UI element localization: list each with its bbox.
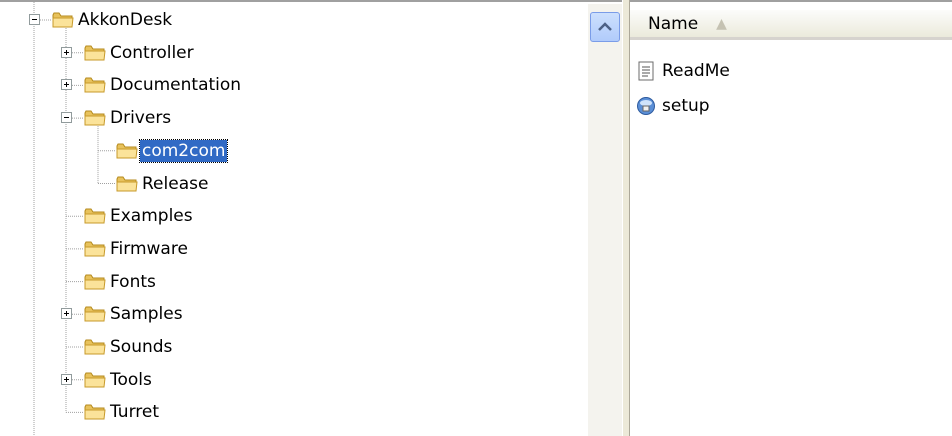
folder-icon	[84, 44, 106, 62]
tree-item-label: AkkonDesk	[78, 10, 173, 30]
pane-splitter[interactable]	[622, 0, 630, 436]
folder-icon	[84, 109, 106, 127]
folder-icon	[84, 207, 106, 225]
file-item-readme[interactable]: ReadMe	[636, 58, 730, 84]
folder-tree-pane[interactable]: AkkonDesk Controller Documentation Drivers c…	[0, 0, 622, 436]
tree-item-release[interactable]: Release	[0, 172, 580, 196]
tree-item-label: Samples	[110, 304, 183, 325]
setup-installer-icon	[636, 96, 656, 116]
tree-item-drivers[interactable]: Drivers	[0, 106, 580, 130]
scroll-up-button[interactable]	[590, 12, 620, 42]
file-item-label: setup	[662, 96, 710, 116]
expand-toggle-controller[interactable]	[61, 46, 72, 58]
tree-item-label: Release	[142, 173, 209, 194]
tree-item-turret[interactable]: Turret	[0, 400, 580, 424]
tree-item-controller[interactable]: Controller	[0, 41, 580, 65]
folder-icon	[84, 305, 106, 323]
folder-icon	[84, 273, 106, 291]
sort-ascending-icon: ▲	[716, 15, 727, 32]
tree-item-examples[interactable]: Examples	[0, 204, 580, 228]
folder-icon	[116, 142, 138, 160]
tree-item-label: Firmware	[110, 238, 188, 259]
folder-icon	[116, 175, 138, 193]
folder-icon	[84, 371, 106, 389]
folder-icon	[84, 240, 106, 258]
tree-item-label: com2com	[138, 138, 229, 163]
tree-item-label: Tools	[110, 369, 152, 390]
folder-icon	[84, 338, 106, 356]
tree-item-label: Documentation	[110, 75, 242, 96]
folder-icon	[52, 11, 74, 29]
tree-item-sounds[interactable]: Sounds	[0, 335, 580, 359]
tree-item-fonts[interactable]: Fonts	[0, 270, 580, 294]
tree-item-label: Controller	[110, 42, 194, 63]
tree-item-documentation[interactable]: Documentation	[0, 73, 580, 97]
tree-item-samples[interactable]: Samples	[0, 302, 580, 326]
tree-item-label: Turret	[110, 402, 160, 423]
tree-item-tools[interactable]: Tools	[0, 368, 580, 392]
text-document-icon	[636, 61, 656, 81]
expand-toggle-samples[interactable]	[61, 308, 72, 320]
file-item-label: ReadMe	[662, 61, 730, 81]
tree-item-com2com[interactable]: com2com	[0, 138, 580, 163]
folder-icon	[84, 403, 106, 421]
tree-item-akkondesk[interactable]: AkkonDesk	[0, 8, 580, 32]
tree-item-label: Sounds	[110, 337, 173, 357]
column-header-name[interactable]: Name ▲	[630, 10, 952, 40]
expand-toggle-tools[interactable]	[61, 373, 72, 385]
tree-item-label: Examples	[110, 206, 193, 227]
collapse-toggle-drivers[interactable]	[61, 112, 72, 124]
expand-toggle-documentation[interactable]	[61, 79, 72, 91]
tree-item-label: Fonts	[110, 271, 156, 292]
vertical-scrollbar[interactable]	[588, 4, 622, 436]
column-header-label: Name	[648, 13, 699, 34]
collapse-toggle-akkondesk[interactable]	[29, 14, 40, 25]
tree-item-label: Drivers	[110, 108, 172, 129]
folder-icon	[84, 76, 106, 94]
chevron-up-icon	[598, 22, 612, 31]
file-list-pane[interactable]: Name ▲ ReadMe setup	[630, 0, 952, 436]
tree-item-firmware[interactable]: Firmware	[0, 237, 580, 261]
file-item-setup[interactable]: setup	[636, 93, 710, 119]
